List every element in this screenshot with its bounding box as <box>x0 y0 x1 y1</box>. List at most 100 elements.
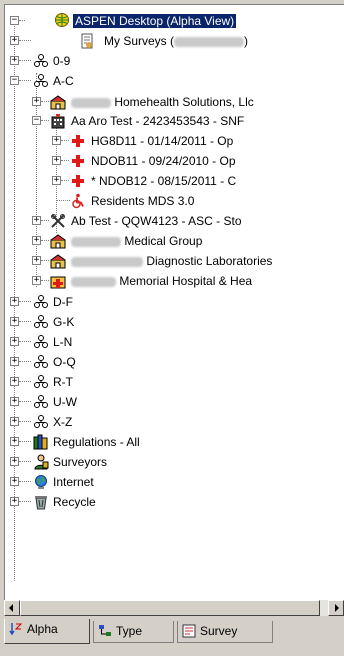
tree-node-label[interactable]: * NDOB12 - 08/15/2011 - C <box>89 174 238 188</box>
tree-node-surveyors[interactable]: + Surveyors <box>5 453 344 471</box>
expand-icon[interactable]: + <box>10 417 19 426</box>
expand-icon[interactable]: + <box>10 457 19 466</box>
tree-node-label[interactable]: Medical Group <box>69 234 204 248</box>
tab-type[interactable]: Type <box>93 621 174 643</box>
tree-node-label[interactable]: Homehealth Solutions, Llc <box>69 95 256 109</box>
tree-node-label[interactable]: Surveyors <box>51 455 109 469</box>
tree-panel: − ASPEN Desktop (Alpha View) + My Survey… <box>0 0 344 656</box>
tree-node-label[interactable]: Ab Test - QQW4123 - ASC - Sto <box>69 214 244 228</box>
expand-icon[interactable]: + <box>32 276 41 285</box>
tree-node-group-l-n[interactable]: + L-N <box>5 333 344 351</box>
internet-icon <box>35 475 47 489</box>
tree-node-facility[interactable]: + Homehealth Solutions, Llc <box>5 93 344 111</box>
red-cross-icon <box>72 155 84 167</box>
tree-node-residents[interactable]: Residents MDS 3.0 <box>5 192 344 210</box>
tree-node-group-d-f[interactable]: + D-F <box>5 293 344 311</box>
expand-icon[interactable]: + <box>10 297 19 306</box>
expand-icon[interactable]: + <box>10 497 19 506</box>
tree-view[interactable]: − ASPEN Desktop (Alpha View) + My Survey… <box>4 4 344 601</box>
tree-node-group-u-w[interactable]: + U-W <box>5 393 344 411</box>
expand-icon[interactable]: + <box>52 156 61 165</box>
tree-node-my-surveys[interactable]: + My Surveys () <box>5 32 344 50</box>
building-icon <box>51 114 65 129</box>
redacted-text <box>71 236 121 247</box>
wheelchair-icon <box>72 193 84 209</box>
group-icon <box>34 335 48 348</box>
tree-node-label[interactable]: Internet <box>51 475 96 489</box>
hospital-icon <box>50 276 66 289</box>
tree-node-survey[interactable]: + HG8D11 - 01/14/2011 - Op <box>5 132 344 150</box>
expand-icon[interactable]: + <box>10 377 19 386</box>
expand-icon[interactable]: + <box>10 357 19 366</box>
tree-node-label[interactable]: D-F <box>51 295 75 309</box>
scroll-right-button[interactable] <box>328 600 344 616</box>
tree-node-label[interactable]: Regulations - All <box>51 435 142 449</box>
scroll-left-button[interactable] <box>4 600 20 616</box>
tab-survey[interactable]: Survey <box>177 621 273 643</box>
tree-node-label[interactable]: A-C <box>51 74 76 88</box>
expand-icon[interactable]: + <box>32 97 41 106</box>
tree-node-group-x-z[interactable]: + X-Z <box>5 413 344 431</box>
red-cross-icon <box>72 175 84 187</box>
tree-node-recycle[interactable]: + Recycle <box>5 493 344 511</box>
tree-node-group-g-k[interactable]: + G-K <box>5 313 344 331</box>
tree-node-facility[interactable]: + Diagnostic Laboratories <box>5 252 344 270</box>
tree-node-label[interactable]: Memorial Hospital & Hea <box>69 274 254 288</box>
expand-icon[interactable]: + <box>10 36 19 45</box>
tree-node-internet[interactable]: + Internet <box>5 473 344 491</box>
expand-icon[interactable]: + <box>32 236 41 245</box>
tree-node-label[interactable]: Residents MDS 3.0 <box>89 194 196 208</box>
expand-icon[interactable]: + <box>52 176 61 185</box>
expand-icon[interactable]: + <box>10 437 19 446</box>
tree-node-root-label[interactable]: ASPEN Desktop (Alpha View) <box>73 14 237 28</box>
expand-icon[interactable]: + <box>10 397 19 406</box>
tab-alpha[interactable]: Alpha <box>4 619 90 644</box>
group-icon <box>34 415 48 428</box>
tree-node-root[interactable]: − ASPEN Desktop (Alpha View) <box>5 12 344 30</box>
horizontal-scrollbar[interactable] <box>4 600 344 616</box>
tree-node-facility[interactable]: + Memorial Hospital & Hea <box>5 272 344 290</box>
collapse-icon[interactable]: − <box>10 16 19 25</box>
tree-node-survey[interactable]: + * NDOB12 - 08/15/2011 - C <box>5 172 344 190</box>
scroll-thumb[interactable] <box>20 600 320 616</box>
tree-node-facility[interactable]: − Aa Aro Test - 2423453543 - SNF <box>5 112 344 130</box>
tree-node-survey[interactable]: + NDOB11 - 09/24/2010 - Op <box>5 152 344 170</box>
expand-icon[interactable]: + <box>52 136 61 145</box>
tree-node-regulations[interactable]: + Regulations - All <box>5 433 344 451</box>
expand-icon[interactable]: + <box>32 256 41 265</box>
redacted-text <box>71 97 111 108</box>
tree-node-label[interactable]: Diagnostic Laboratories <box>69 254 274 268</box>
survey-icon <box>182 624 196 638</box>
collapse-icon[interactable]: − <box>10 76 19 85</box>
tree-node-facility[interactable]: + Ab Test - QQW4123 - ASC - Sto <box>5 212 344 230</box>
tree-node-label[interactable]: Aa Aro Test - 2423453543 - SNF <box>69 114 246 128</box>
tree-node-label[interactable]: HG8D11 - 01/14/2011 - Op <box>89 134 235 148</box>
tree-node-label[interactable]: U-W <box>51 395 79 409</box>
facility-icon <box>50 254 66 269</box>
collapse-icon[interactable]: − <box>32 116 41 125</box>
expand-icon[interactable]: + <box>10 477 19 486</box>
type-icon <box>99 625 111 636</box>
globe-icon <box>55 13 69 27</box>
group-icon <box>34 315 48 328</box>
tree-node-label[interactable]: Recycle <box>51 495 98 509</box>
tree-node-group-o-q[interactable]: + O-Q <box>5 353 344 371</box>
tree-node-group-r-t[interactable]: + R-T <box>5 373 344 391</box>
expand-icon[interactable]: + <box>10 317 19 326</box>
expand-icon[interactable]: + <box>10 337 19 346</box>
expand-icon[interactable]: + <box>10 56 19 65</box>
books-icon <box>33 434 48 450</box>
tree-node-facility[interactable]: + Medical Group <box>5 232 344 250</box>
my-surveys-icon <box>81 33 93 49</box>
expand-icon[interactable]: + <box>32 216 41 225</box>
tree-node-group-a-c[interactable]: − A-C <box>5 72 344 90</box>
tree-node-label[interactable]: 0-9 <box>51 54 72 68</box>
tree-node-label[interactable]: O-Q <box>51 355 78 369</box>
tab-survey-label: Survey <box>200 624 238 638</box>
tree-node-label[interactable]: NDOB11 - 09/24/2010 - Op <box>89 154 238 168</box>
tree-node-label[interactable]: R-T <box>51 375 75 389</box>
tree-node-label[interactable]: L-N <box>51 335 74 349</box>
tree-node-group-0-9[interactable]: + 0-9 <box>5 52 344 70</box>
tree-node-label[interactable]: G-K <box>51 315 76 329</box>
tree-node-label[interactable]: X-Z <box>51 415 74 429</box>
